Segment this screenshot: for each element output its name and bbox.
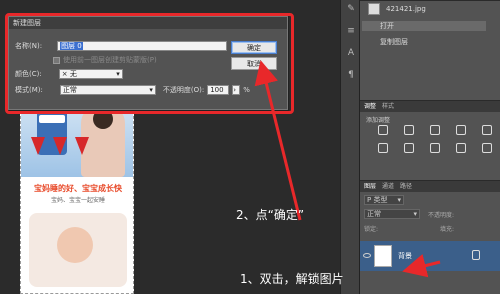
opacity-input[interactable]: 100 xyxy=(207,85,230,95)
blend-mode-select[interactable]: 正常 ▾ xyxy=(364,209,420,219)
layer-row-background[interactable]: 背景 xyxy=(360,241,500,271)
red-arrows xyxy=(31,137,89,155)
mode-label: 模式(M): xyxy=(15,86,43,94)
ok-button[interactable]: 确定 xyxy=(231,41,277,54)
lock-icon[interactable] xyxy=(472,250,480,260)
tool-strip: ✎ ≡ A ¶ xyxy=(340,0,360,294)
opacity-stepper-icon[interactable]: › xyxy=(232,85,241,95)
adjustments-panel: 调整 样式 添加调整 xyxy=(360,100,500,180)
eye-icon[interactable] xyxy=(363,253,371,258)
mode-row: 模式(M): 正常 ▾ 不透明度(O): 100 › % xyxy=(15,85,250,95)
doc-subline: 宝妈、宝宝一起安睡 xyxy=(50,197,105,204)
clip-label: 使用前一图层创建剪贴蒙版(P) xyxy=(63,56,157,64)
vibrance-icon[interactable] xyxy=(482,125,492,135)
chevron-down-icon: ▾ xyxy=(149,85,153,94)
history-file[interactable]: 421421.jpg xyxy=(368,3,426,15)
brightness-icon[interactable] xyxy=(378,125,388,135)
dialog-title: 新建图层 xyxy=(9,17,287,29)
tab-adjustments[interactable]: 调整 xyxy=(364,101,376,112)
new-layer-dialog: 新建图层 名称(N): 图层 0 使用前一图层创建剪贴蒙版(P) 颜色(C): … xyxy=(8,16,288,110)
curves-icon[interactable] xyxy=(430,125,440,135)
doc-headline: 宝妈睡的好、宝宝成长快 xyxy=(34,184,122,193)
color-row: 颜色(C): × 无 ▾ xyxy=(15,69,123,79)
layers-tabs: 图层 通道 路径 xyxy=(360,181,500,192)
cancel-button[interactable]: 取消 xyxy=(231,57,277,70)
name-input[interactable]: 图层 0 xyxy=(57,41,228,51)
tab-styles[interactable]: 样式 xyxy=(382,101,394,112)
file-thumbnail xyxy=(368,3,380,15)
document-image: 宝妈睡的好、宝宝成长快 宝妈、宝宝一起安睡 xyxy=(20,96,134,294)
color-label: 颜色(C): xyxy=(15,70,42,78)
layer-kind-filter[interactable]: P 类型 ▾ xyxy=(364,195,404,205)
fill-label: 填充: xyxy=(440,226,455,233)
history-item-duplicate[interactable]: 复制图层 xyxy=(380,37,408,47)
opacity-label: 不透明度(O): xyxy=(162,86,205,94)
layers-panel: 图层 通道 路径 P 类型 ▾ 正常 ▾ 不透明度: 锁定: 填充: 背景 xyxy=(360,180,500,294)
color-swatch-icon: × xyxy=(61,69,68,78)
name-label: 名称(N): xyxy=(15,42,43,50)
exposure-icon[interactable] xyxy=(456,125,466,135)
tab-channels[interactable]: 通道 xyxy=(382,181,394,192)
tab-layers[interactable]: 图层 xyxy=(364,181,376,192)
clip-row[interactable]: 使用前一图层创建剪贴蒙版(P) xyxy=(53,55,157,65)
levels-icon[interactable] xyxy=(404,125,414,135)
hue-icon[interactable] xyxy=(378,143,388,153)
opacity-unit: % xyxy=(243,86,250,94)
history-panel: 421421.jpg 打开 复制图层 xyxy=(360,0,500,100)
baby-photo xyxy=(29,213,127,287)
color-select[interactable]: × 无 ▾ xyxy=(58,69,123,79)
annotation-step2: 2、点“确定” xyxy=(236,208,305,222)
layer-name[interactable]: 背景 xyxy=(398,251,412,261)
annotation-step1: 1、双击，解锁图片 xyxy=(240,272,344,286)
add-adjustment-label: 添加调整 xyxy=(366,117,391,124)
bw-icon[interactable] xyxy=(430,143,440,153)
photo-filter-icon[interactable] xyxy=(456,143,466,153)
name-row: 名称(N): 图层 0 xyxy=(15,41,228,51)
history-brush-icon[interactable]: ✎ xyxy=(345,4,357,14)
clip-checkbox[interactable] xyxy=(53,56,60,64)
layer-opacity-label: 不透明度: xyxy=(428,212,455,219)
chevron-down-icon: ▾ xyxy=(116,69,120,78)
mode-select[interactable]: 正常 ▾ xyxy=(59,85,156,95)
lock-label: 锁定: xyxy=(364,226,379,233)
balance-icon[interactable] xyxy=(404,143,414,153)
paragraph-icon[interactable]: ¶ xyxy=(345,70,357,80)
adjustment-icons xyxy=(378,125,494,153)
character-icon[interactable]: A xyxy=(345,48,357,58)
layer-thumbnail[interactable] xyxy=(374,245,392,267)
history-item-open[interactable]: 打开 xyxy=(362,21,486,31)
layers-icon[interactable]: ≡ xyxy=(345,26,357,36)
tab-paths[interactable]: 路径 xyxy=(400,181,412,192)
mixer-icon[interactable] xyxy=(482,143,492,153)
adjustments-tabs: 调整 样式 xyxy=(360,101,500,112)
